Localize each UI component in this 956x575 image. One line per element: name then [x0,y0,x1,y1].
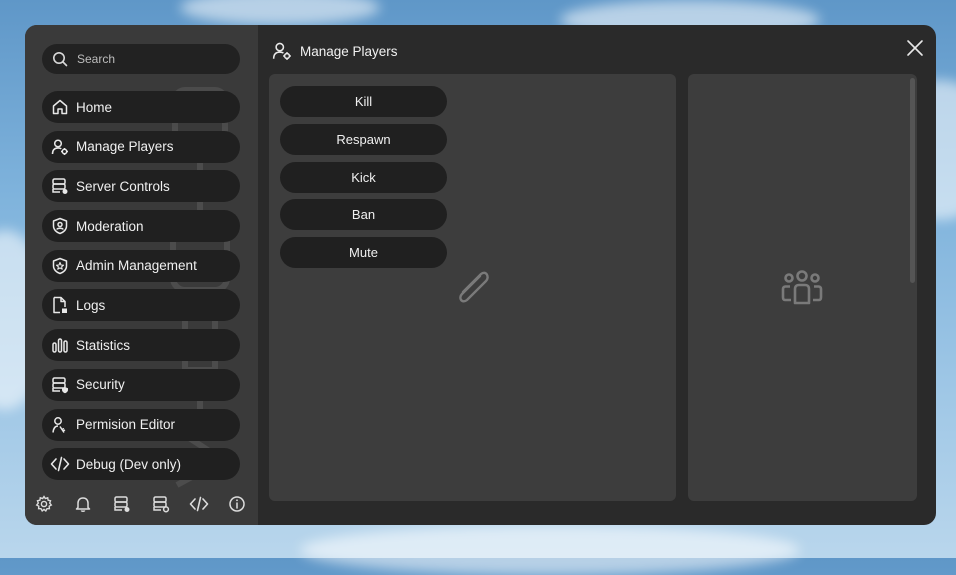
gear-icon[interactable] [34,494,54,514]
sidebar-item-label: Admin Management [76,258,197,274]
sidebar-item-label: Home [76,99,113,115]
ban-button[interactable]: Ban [280,199,447,231]
sidebar-item-debug[interactable]: Debug (Dev only) [42,448,240,481]
sidebar-item-statistics[interactable]: Statistics [42,329,240,362]
admin-panel-window: Home Manage Players Server Controls Mode… [25,25,936,525]
sidebar: Home Manage Players Server Controls Mode… [25,25,258,525]
user-settings-icon [50,137,70,157]
player-list-panel [688,74,917,501]
sidebar-item-logs[interactable]: Logs [42,289,240,322]
sidebar-item-label: Server Controls [76,178,170,194]
shield-user-icon [50,216,70,236]
code-icon[interactable] [189,494,209,514]
sidebar-nav: Home Manage Players Server Controls Mode… [42,91,240,488]
kick-button[interactable]: Kick [280,161,447,193]
background-cloud [300,525,800,575]
sidebar-item-label: Security [76,377,125,393]
kill-button[interactable]: Kill [280,86,447,117]
sidebar-item-server-controls[interactable]: Server Controls [42,170,240,203]
bar-chart-icon [50,335,70,355]
bell-icon[interactable] [73,494,93,514]
background-cloud [180,0,380,25]
sidebar-item-label: Manage Players [76,139,174,155]
shield-star-icon [50,256,70,276]
sidebar-footer-toolbar [25,491,258,517]
group-users-icon [781,270,823,305]
user-settings-icon [272,42,291,60]
paperclip-icon [459,271,489,303]
code-icon [50,454,70,474]
main-content: Manage Players Kill Respawn Kick Ban Mut… [258,25,936,525]
sidebar-item-label: Statistics [76,337,131,353]
player-list-scrollbar[interactable] [910,78,915,283]
server-settings-icon[interactable] [151,494,171,514]
search-input[interactable] [75,51,229,67]
key-user-icon [50,415,70,435]
server-icon [50,176,70,196]
sidebar-item-moderation[interactable]: Moderation [42,210,240,243]
sidebar-item-label: Debug (Dev only) [76,456,182,472]
server-shield-icon [50,375,70,395]
sidebar-item-security[interactable]: Security [42,368,240,401]
respawn-button[interactable]: Respawn [280,123,447,155]
file-icon [50,295,70,315]
info-icon[interactable] [227,494,247,514]
close-icon[interactable] [906,39,924,57]
search-icon [53,52,68,67]
sidebar-item-permission-editor[interactable]: Permision Editor [42,408,240,441]
sidebar-item-label: Moderation [76,218,144,234]
actions-panel: Kill Respawn Kick Ban Mute [269,74,676,501]
home-icon [50,97,70,117]
sidebar-item-label: Permision Editor [76,417,176,432]
action-list: Kill Respawn Kick Ban Mute [280,86,447,275]
page-title: Manage Players [300,43,398,59]
mute-button[interactable]: Mute [280,237,447,269]
sidebar-item-label: Logs [76,297,106,313]
sidebar-item-home[interactable]: Home [42,91,240,123]
sidebar-item-manage-players[interactable]: Manage Players [42,130,240,163]
page-header: Manage Players [272,41,398,61]
server-icon[interactable] [112,494,132,514]
search-bar[interactable] [42,44,240,74]
sidebar-item-admin-management[interactable]: Admin Management [42,249,240,282]
